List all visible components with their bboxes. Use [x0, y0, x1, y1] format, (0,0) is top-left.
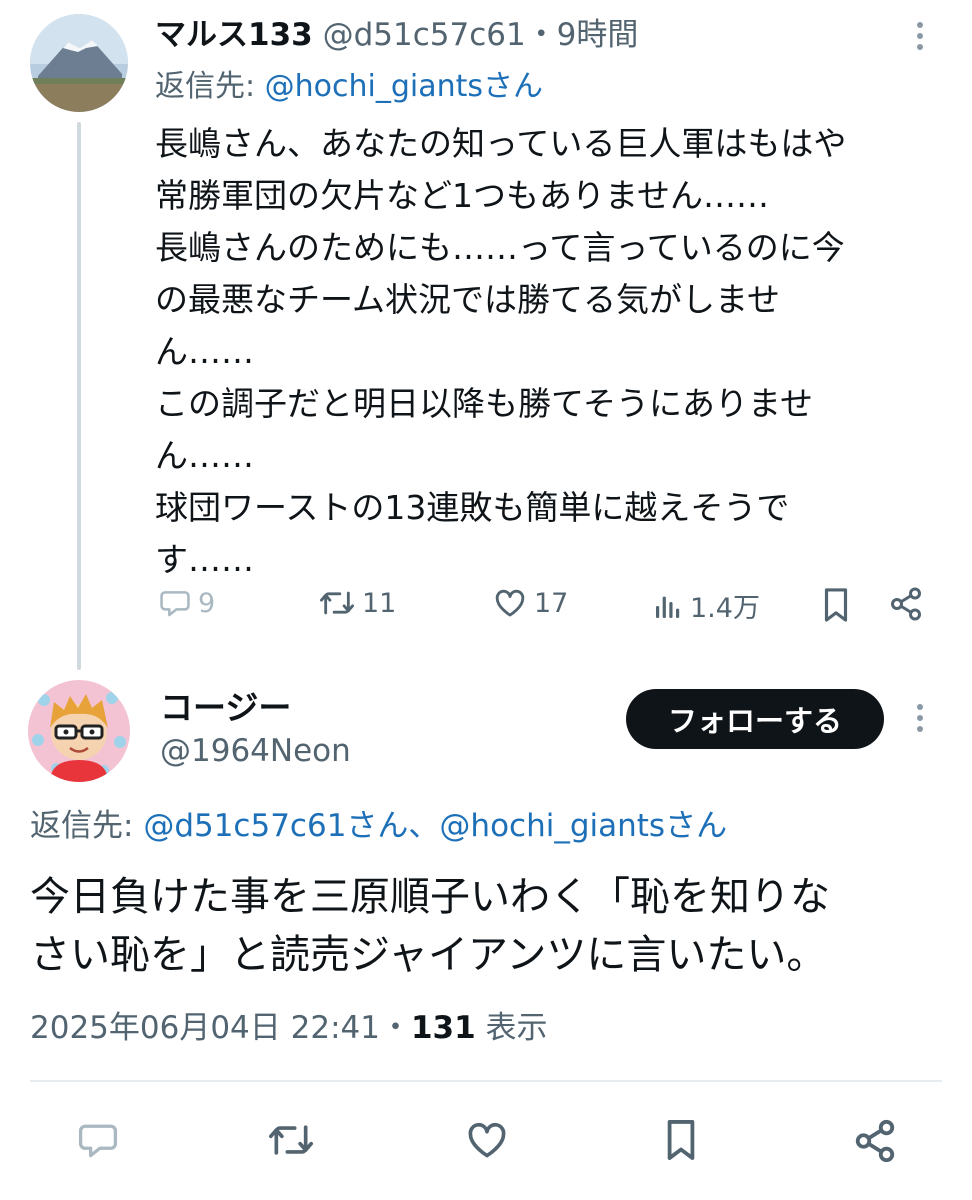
- retweet-icon: [319, 591, 354, 615]
- display-name[interactable]: マルス133: [155, 17, 313, 53]
- comment-icon: [160, 591, 190, 617]
- like-button[interactable]: 17: [492, 586, 568, 620]
- tweet-text-line: 球団ワーストの13連敗も簡単に越えそうで: [155, 488, 790, 527]
- tweet-meta: 2025年06月04日 22:41・131 表示: [30, 1006, 548, 1050]
- retweet-button[interactable]: 11: [318, 586, 396, 620]
- bookmark-icon: [824, 588, 848, 622]
- bookmark-button[interactable]: [662, 1116, 700, 1168]
- reply-to-link[interactable]: @d51c57c61さん、@hochi_giantsさん: [143, 808, 727, 844]
- tweet-text-line: 常勝軍団の欠片など1つもありません……: [155, 176, 770, 215]
- tweet-text-line: ん……: [155, 436, 254, 475]
- reply-context: 返信先: @hochi_giantsさん: [155, 66, 543, 108]
- heart-icon: [468, 1122, 506, 1158]
- tweet-text-line: 長嶋さん、あなたの知っている巨人軍はもはや: [155, 124, 847, 163]
- avatar[interactable]: [28, 680, 130, 782]
- tweet-text: 今日負けた事を三原順子いわく「恥を知りな さい恥を」と読売ジャイアンツに言いたい…: [30, 868, 950, 984]
- bookmark-button[interactable]: [820, 586, 852, 628]
- reply-button[interactable]: 9: [158, 586, 215, 620]
- tweet-date[interactable]: 2025年06月04日 22:41・: [30, 1010, 411, 1046]
- display-name[interactable]: コージー: [160, 686, 291, 730]
- like-count: 17: [534, 587, 569, 619]
- bar-chart-icon: [656, 596, 680, 618]
- avatar[interactable]: [30, 14, 128, 112]
- tweet-text-line: ん……: [155, 332, 254, 371]
- user-handle[interactable]: @1964Neon: [160, 730, 351, 772]
- comment-icon: [78, 1124, 118, 1158]
- divider: [30, 1080, 942, 1082]
- views-count: 1.4万: [690, 593, 760, 624]
- heart-icon: [495, 589, 525, 617]
- like-button[interactable]: [464, 1118, 510, 1166]
- tweet-text-line: さい恥を」と読売ジャイアンツに言いたい。: [30, 932, 827, 978]
- user-handle[interactable]: @d51c57c61: [323, 17, 526, 53]
- retweet-button[interactable]: [266, 1118, 316, 1166]
- tweet-text-line: す……: [155, 540, 254, 579]
- bookmark-icon: [667, 1120, 695, 1160]
- reply-button[interactable]: [76, 1118, 120, 1166]
- timestamp[interactable]: ・9時間: [526, 17, 639, 53]
- reply-label: 返信先:: [30, 808, 144, 844]
- share-button[interactable]: [888, 586, 924, 626]
- reply-label: 返信先:: [155, 69, 265, 104]
- views-number: 131: [410, 1010, 476, 1046]
- tweet-text-line: の最悪なチーム状況では勝てる気がしませ: [155, 280, 781, 319]
- tweet-text-line: 今日負けた事を三原順子いわく「恥を知りな: [30, 874, 830, 920]
- reply-to-link[interactable]: @hochi_giantsさん: [265, 69, 543, 104]
- retweet-icon: [269, 1125, 313, 1155]
- tweet-text: 長嶋さん、あなたの知っている巨人軍はもはや 常勝軍団の欠片など1つもありません……: [155, 118, 945, 586]
- reply-context: 返信先: @d51c57c61さん、@hochi_giantsさん: [30, 804, 727, 848]
- retweet-count: 11: [362, 587, 397, 619]
- follow-button[interactable]: フォローする: [626, 689, 884, 749]
- tweet-text-line: 長嶋さんのためにも……って言っているのに今: [155, 228, 845, 267]
- share-button[interactable]: [852, 1118, 898, 1168]
- tweet-text-line: この調子だと明日以降も勝てそうにありませ: [155, 384, 814, 423]
- views-button[interactable]: 1.4万: [652, 586, 760, 625]
- thread-line: [77, 122, 81, 670]
- share-icon: [855, 1119, 895, 1163]
- more-vertical-icon[interactable]: [914, 22, 926, 50]
- share-icon: [891, 587, 921, 621]
- reply-count: 9: [198, 587, 216, 619]
- tweet-header: マルス133 @d51c57c61・9時間: [155, 14, 638, 56]
- more-vertical-icon[interactable]: [914, 704, 926, 732]
- views-label: 表示: [475, 1010, 548, 1046]
